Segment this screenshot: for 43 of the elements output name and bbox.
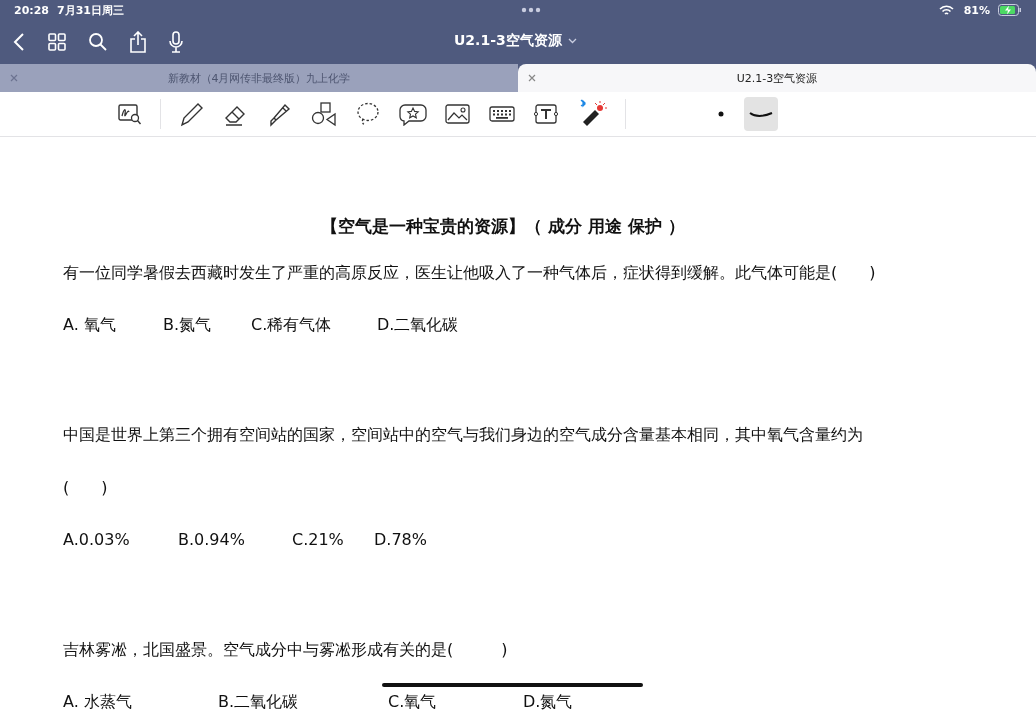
dot-icon: [718, 111, 724, 117]
question-text: 中国是世界上第三个拥有空间站的国家，空间站中的空气与我们身边的空气成分含量基本相同，其中氧气含量约为: [63, 424, 864, 446]
wifi-icon: [938, 4, 954, 16]
multitask-icon[interactable]: [521, 7, 542, 13]
battery-percent: 81%: [963, 3, 990, 17]
pen-icon[interactable]: [179, 101, 205, 127]
document-title[interactable]: U2.1-3空气资源: [454, 32, 577, 50]
answer-option: B.0.94%: [178, 527, 292, 552]
share-icon[interactable]: [129, 31, 147, 53]
answer-option: A. 氧气: [63, 312, 163, 337]
document-tab[interactable]: U2.1-3空气资源: [518, 64, 1036, 92]
answer-option: C.稀有气体: [251, 312, 377, 337]
stroke-curve-icon: [749, 109, 773, 119]
answer-option: D.氮气: [523, 689, 643, 714]
answer-option: D.78%: [374, 527, 464, 552]
status-date: 7月31日周三: [57, 2, 124, 18]
back-icon[interactable]: [12, 31, 26, 53]
text-box-icon[interactable]: [533, 103, 559, 125]
question-text: ( ): [63, 477, 109, 499]
image-icon[interactable]: [445, 103, 471, 125]
highlighter-icon[interactable]: [267, 101, 293, 127]
answer-option: A.0.03%: [63, 527, 178, 552]
grid-icon[interactable]: [47, 32, 67, 52]
microphone-icon[interactable]: [168, 31, 184, 53]
sticker-icon[interactable]: [399, 102, 427, 126]
answer-option: C.氧气: [388, 689, 523, 714]
zoom-window-icon[interactable]: [118, 103, 142, 125]
page-heading: 【空气是一种宝贵的资源】（ 成分 用途 保护 ）: [320, 215, 686, 238]
answer-option: B.二氧化碳: [218, 689, 388, 714]
status-time: 20:28: [14, 3, 49, 17]
question-text: 吉林雾凇，北国盛景。空气成分中与雾凇形成有关的是( ): [63, 639, 509, 661]
lasso-icon[interactable]: [355, 101, 381, 127]
shapes-icon[interactable]: [311, 101, 337, 127]
answer-option: C.21%: [292, 527, 374, 552]
answer-option: A. 水蒸气: [63, 689, 218, 714]
question-text: 有一位同学暑假去西藏时发生了严重的高原反应，医生让他吸入了一种气体后，症状得到缓解。此气体可能是( ): [63, 262, 877, 284]
chevron-down-icon: [567, 38, 577, 44]
pen-preset[interactable]: [744, 97, 778, 131]
answer-option: B.氮气: [163, 312, 251, 337]
close-icon[interactable]: [528, 74, 536, 82]
search-icon[interactable]: [88, 32, 108, 52]
keyboard-icon[interactable]: [489, 104, 515, 124]
answer-option: D.二氧化碳: [377, 312, 497, 337]
